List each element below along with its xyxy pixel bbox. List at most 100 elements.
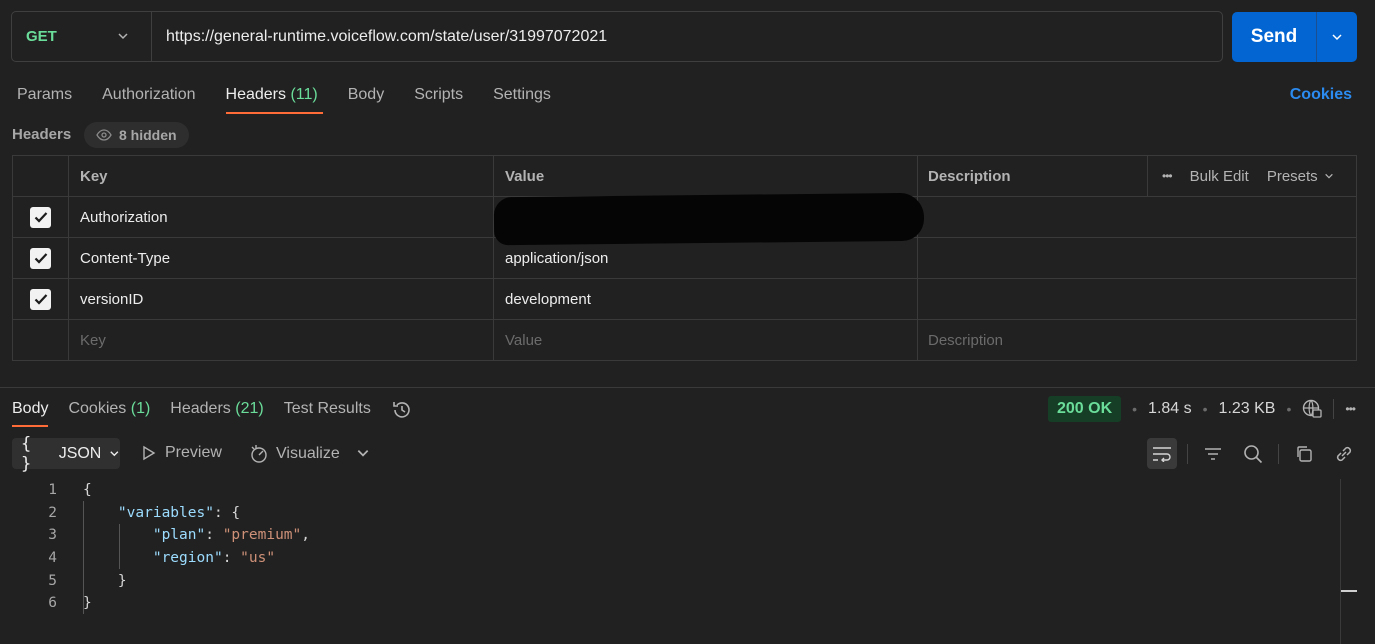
- scrollbar-thumb[interactable]: [1341, 590, 1357, 592]
- history-icon[interactable]: [391, 399, 413, 421]
- more-options-icon[interactable]: •••: [1162, 169, 1173, 183]
- tab-authorization[interactable]: Authorization: [102, 86, 195, 114]
- checkmark-icon: [34, 253, 47, 264]
- chevron-down-icon[interactable]: [356, 446, 370, 460]
- more-options-icon[interactable]: •••: [1345, 402, 1356, 416]
- response-size[interactable]: 1.23 KB: [1219, 400, 1276, 418]
- search-icon: [1244, 444, 1263, 463]
- method-select[interactable]: GET: [12, 12, 152, 61]
- tab-label: Params: [17, 86, 73, 103]
- row-checkbox[interactable]: [30, 288, 51, 310]
- preview-label: Preview: [165, 444, 222, 461]
- hidden-headers-toggle[interactable]: 8 hidden: [84, 122, 189, 148]
- separator-dot: •: [1202, 401, 1208, 417]
- pane-divider[interactable]: [0, 387, 1375, 388]
- format-select[interactable]: { } JSON: [12, 434, 120, 474]
- tab-settings[interactable]: Settings: [493, 86, 551, 114]
- header-value-cell[interactable]: [493, 192, 925, 246]
- wrap-lines-icon: [1153, 446, 1171, 462]
- toolbar-divider: [1278, 443, 1279, 464]
- preview-button[interactable]: Preview: [142, 444, 222, 462]
- braces-icon: { }: [21, 433, 32, 474]
- row-tools-cell: [1147, 197, 1356, 237]
- filter-button[interactable]: [1198, 438, 1228, 469]
- headers-table: Key Value Description ••• Bulk Edit Pres…: [12, 155, 1357, 361]
- tab-count: (1): [130, 400, 151, 417]
- wrap-lines-button[interactable]: [1147, 438, 1177, 469]
- code-text: "region": "us": [152, 550, 276, 567]
- code-line: 3 "plan": "premium",: [0, 524, 1340, 547]
- status-badge[interactable]: 200 OK: [1048, 396, 1122, 422]
- tab-label: Test Results: [283, 400, 371, 417]
- tab-test-results[interactable]: Test Results: [284, 400, 371, 427]
- bulk-edit-button[interactable]: Bulk Edit: [1190, 168, 1249, 185]
- row-checkbox-cell: [13, 197, 69, 237]
- code-line: 4 "region": "us": [0, 547, 1340, 570]
- code-line: 1 {: [0, 479, 1340, 502]
- table-row: Content-Type application/json: [13, 238, 1356, 279]
- presets-dropdown[interactable]: Presets: [1267, 168, 1334, 185]
- tab-params[interactable]: Params: [17, 86, 72, 114]
- header-description-cell[interactable]: [918, 197, 1147, 237]
- code-text: {: [83, 482, 92, 499]
- header-key-cell[interactable]: Content-Type: [69, 238, 494, 278]
- code-text: "plan": "premium",: [152, 527, 311, 544]
- table-tools: ••• Bulk Edit Presets: [1147, 156, 1356, 196]
- row-tools-cell: [1147, 279, 1356, 319]
- header-value-cell[interactable]: development: [494, 279, 918, 319]
- tab-headers[interactable]: Headers (11): [225, 86, 323, 114]
- header-key-cell[interactable]: versionID: [69, 279, 494, 319]
- cookies-link[interactable]: Cookies: [1290, 86, 1352, 104]
- request-url-bar: GET https://general-runtime.voiceflow.co…: [11, 11, 1223, 62]
- network-globe-icon[interactable]: [1302, 399, 1323, 419]
- json-key: "plan": [152, 527, 206, 544]
- json-value: "us": [240, 550, 276, 567]
- checkmark-icon: [34, 212, 47, 223]
- format-label: JSON: [58, 444, 102, 462]
- editor-scrollbar[interactable]: [1340, 479, 1341, 644]
- header-description-cell[interactable]: [918, 279, 1147, 319]
- json-key: "region": [152, 550, 223, 567]
- header-value-cell[interactable]: application/json: [494, 238, 918, 278]
- line-number: 4: [48, 550, 57, 567]
- table-row: Authorization: [13, 192, 1356, 246]
- filter-icon: [1205, 447, 1221, 460]
- header-key-cell[interactable]: Authorization: [69, 197, 494, 237]
- header-description-cell[interactable]: [918, 238, 1147, 278]
- tab-count: (11): [290, 86, 318, 103]
- send-button[interactable]: Send: [1232, 12, 1317, 62]
- url-input[interactable]: https://general-runtime.voiceflow.com/st…: [152, 28, 607, 46]
- tab-count: (21): [235, 400, 264, 417]
- row-checkbox-cell: [13, 279, 69, 319]
- tab-response-cookies[interactable]: Cookies (1): [68, 400, 150, 427]
- response-body-editor[interactable]: 1 { 2 "variables": { 3 "plan": "premium"…: [0, 479, 1340, 615]
- send-options-button[interactable]: [1317, 12, 1357, 62]
- toolbar-divider: [1187, 443, 1188, 464]
- request-tabs: Params Authorization Headers (11) Body S…: [17, 86, 581, 114]
- new-key-input[interactable]: Key: [69, 320, 494, 360]
- json-key: "variables": [117, 504, 214, 521]
- new-value-input[interactable]: Value: [494, 320, 918, 360]
- row-checkbox[interactable]: [30, 247, 51, 269]
- chevron-down-icon: [1332, 34, 1342, 41]
- code-line: 2 "variables": {: [0, 502, 1340, 525]
- checkmark-icon: [34, 294, 47, 305]
- tab-scripts[interactable]: Scripts: [414, 86, 463, 114]
- response-status: 200 OK • 1.84 s • 1.23 KB • •••: [1048, 396, 1356, 422]
- copy-link-button[interactable]: [1329, 438, 1359, 469]
- copy-button[interactable]: [1289, 438, 1319, 469]
- chevron-down-icon: [1324, 173, 1333, 179]
- description-column-header: Description: [928, 167, 1011, 185]
- tab-label: Scripts: [414, 86, 464, 103]
- json-value: "premium": [222, 527, 302, 544]
- tab-response-headers[interactable]: Headers (21): [170, 400, 263, 427]
- eye-icon: [96, 129, 112, 141]
- tab-response-body[interactable]: Body: [12, 400, 49, 427]
- new-description-input[interactable]: Description: [918, 320, 1147, 360]
- visualize-button[interactable]: Visualize: [249, 444, 340, 464]
- row-checkbox[interactable]: [30, 206, 51, 228]
- checkbox-column-header: [13, 156, 69, 196]
- search-button[interactable]: [1238, 438, 1268, 469]
- response-time[interactable]: 1.84 s: [1148, 400, 1192, 418]
- tab-body[interactable]: Body: [348, 86, 384, 114]
